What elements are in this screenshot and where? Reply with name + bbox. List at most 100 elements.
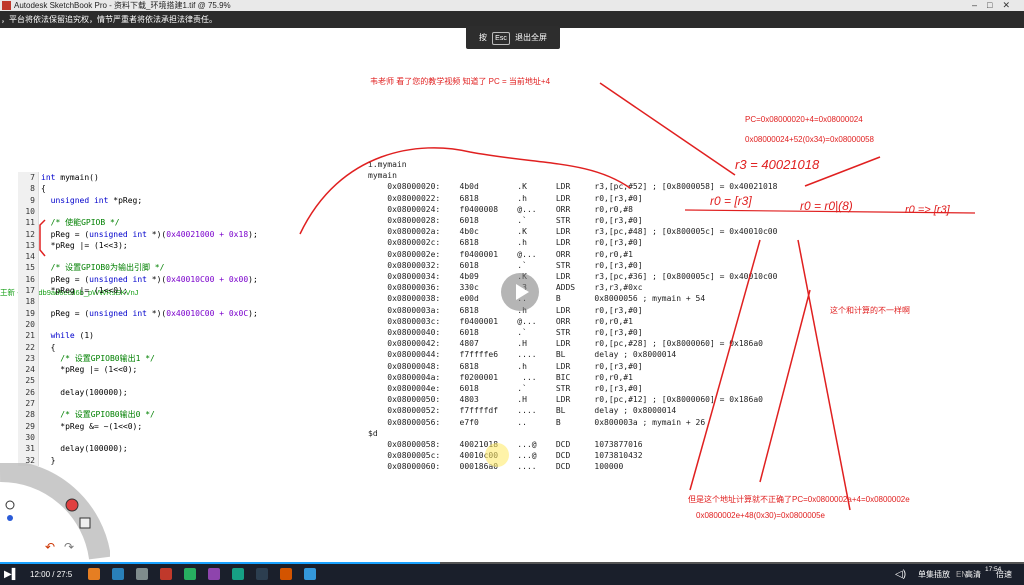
line-number: 10 bbox=[25, 206, 35, 216]
code-token: *)( bbox=[151, 229, 167, 239]
redo-icon: ↷ bbox=[64, 540, 74, 554]
line-number: 20 bbox=[25, 319, 35, 329]
taskbar-app-icon-6[interactable] bbox=[208, 568, 220, 580]
asm-line: 0x0800003a: 6818 .h LDR r0,[r3,#0] bbox=[368, 305, 643, 315]
line-number: 12 bbox=[25, 229, 35, 239]
code-line: 8{ bbox=[18, 183, 46, 194]
code-token: ); bbox=[248, 308, 258, 318]
code-token: delay(100000); bbox=[41, 387, 128, 397]
line-number: 28 bbox=[25, 410, 35, 420]
code-token: int bbox=[41, 173, 61, 182]
code-line: 31 delay(100000); bbox=[18, 443, 127, 454]
window-controls[interactable]: –□✕ bbox=[972, 0, 1020, 11]
code-token: /* 设置GPIOB0输出0 */ bbox=[41, 410, 155, 420]
line-number: 29 bbox=[25, 421, 35, 431]
code-token: 0x40021000 + 0x18 bbox=[166, 229, 249, 239]
player-control-bar: ▶▌ 12:00 / 27:5 ◁) 单集插放 EN 高清 17:54 倍速 bbox=[0, 564, 1024, 585]
asm-line: 0x0800002e: f0400001 @... ORR r0,r0,#1 bbox=[368, 249, 633, 259]
playlist-button[interactable]: 单集插放 bbox=[918, 566, 950, 583]
code-line: 13 *pReg |= (1<<3); bbox=[18, 240, 128, 251]
taskbar-app-icon-10[interactable] bbox=[304, 568, 316, 580]
code-token: unsigned int bbox=[89, 308, 152, 318]
code-line: 25 bbox=[18, 375, 41, 386]
code-token: unsigned int bbox=[89, 229, 152, 239]
asm-line: mymain bbox=[368, 171, 397, 181]
code-token: *)( bbox=[151, 308, 167, 318]
asm-line: 0x08000056: e7f0 .. B 0x800003a ; mymain… bbox=[368, 417, 706, 427]
line-number: 15 bbox=[25, 263, 35, 273]
code-line: 24 *pReg |= (1<<0); bbox=[18, 364, 137, 375]
code-token: unsigned int bbox=[89, 274, 152, 284]
hint-suffix: 退出全屏 bbox=[515, 33, 548, 42]
line-number: 31 bbox=[25, 444, 35, 454]
code-token: while bbox=[41, 331, 80, 341]
asm-line: 0x0800002c: 6818 .h LDR r0,[r3,#0] bbox=[368, 238, 643, 248]
asm-line: 0x08000034: 4b09 .K LDR r3,[pc,#36] ; [0… bbox=[368, 272, 778, 281]
esc-key: Esc bbox=[492, 32, 510, 45]
code-token: /* 设置GPIOB0为输出引脚 */ bbox=[41, 263, 165, 273]
line-number: 23 bbox=[25, 353, 35, 363]
sketchbook-lagoon-toolbar[interactable]: ↶ ↷ bbox=[0, 463, 110, 563]
asm-line: 0x08000032: 6018 .` STR r0,[r3,#0] bbox=[368, 260, 643, 270]
taskbar-app-icon-9[interactable] bbox=[280, 568, 292, 580]
code-token: (1) bbox=[79, 331, 94, 341]
asm-line: 0x08000042: 4807 .H LDR r0,[pc,#28] ; [0… bbox=[368, 339, 763, 349]
brush-icon bbox=[5, 500, 15, 510]
asm-line: 0x08000024: f0400008 @... ORR r0,r0,#8 bbox=[368, 204, 633, 214]
asm-line: 0x08000048: 6818 .h LDR r0,[r3,#0] bbox=[368, 361, 643, 371]
quality-button[interactable]: 高清 bbox=[965, 566, 981, 583]
asm-line: 0x08000040: 6018 .` STR r0,[r3,#0] bbox=[368, 328, 643, 337]
code-line: 28 /* 设置GPIOB0输出0 */ bbox=[18, 409, 155, 420]
code-token: *pReg |= (1<<0); bbox=[41, 286, 128, 295]
code-line: 15 /* 设置GPIOB0为输出引脚 */ bbox=[18, 262, 164, 273]
window-title: Autodesk SketchBook Pro - 资料下载_环境搭建1.tif… bbox=[14, 1, 231, 10]
code-token: ); bbox=[248, 274, 258, 284]
code-token: *)( bbox=[151, 274, 167, 284]
code-token: { bbox=[41, 342, 56, 352]
code-line: 9 unsigned int *pReg; bbox=[18, 195, 142, 206]
asm-line: 0x08000052: f7ffffdf .... BL delay ; 0x8… bbox=[368, 406, 677, 416]
annotation-bottom2: 0x0800002e+48(0x30)=0x0800005e bbox=[696, 511, 826, 520]
line-number: 25 bbox=[25, 376, 35, 386]
code-token: pReg = ( bbox=[41, 274, 90, 284]
code-token: /* 设置GPIOB0输出1 */ bbox=[41, 353, 155, 363]
code-line: 21 while (1) bbox=[18, 330, 94, 341]
code-token: 0x40010C00 + 0x00 bbox=[166, 274, 249, 284]
code-token: unsigned int bbox=[41, 195, 114, 205]
code-token: /* 使能GPIOB */ bbox=[41, 218, 120, 228]
line-number: 7 bbox=[30, 173, 35, 182]
line-number: 19 bbox=[25, 308, 35, 318]
taskbar-app-icon-7[interactable] bbox=[232, 568, 244, 580]
code-line: 23 /* 设置GPIOB0输出1 */ bbox=[18, 353, 155, 364]
taskbar-app-icon-5[interactable] bbox=[184, 568, 196, 580]
color-wheel-icon bbox=[65, 498, 79, 512]
asm-line: 0x08000028: 6018 .` STR r0,[r3,#0] bbox=[368, 216, 643, 225]
play-icon[interactable] bbox=[501, 273, 539, 311]
code-token: *pReg |= (1<<3); bbox=[41, 240, 128, 250]
play-pause-icon[interactable]: ▶▌ bbox=[4, 566, 19, 583]
annotation-diff: 这个和计算的不一样啊 bbox=[830, 306, 910, 315]
line-number: 18 bbox=[25, 297, 35, 307]
asm-line: 0x0800002a: 4b0c .K LDR r3,[pc,#48] ; [0… bbox=[368, 227, 778, 237]
taskbar-app-icon-1[interactable] bbox=[88, 568, 100, 580]
annotation-hand-r3: r3 = 40021018 bbox=[735, 157, 820, 172]
layers-icon bbox=[79, 517, 91, 529]
sketchbook-app-icon bbox=[2, 1, 11, 10]
code-line: 22 { bbox=[18, 342, 55, 353]
code-line: 17 *pReg |= (1<<0); bbox=[18, 285, 128, 296]
taskbar-app-icon-2[interactable] bbox=[112, 568, 124, 580]
annotation-calc2: 0x08000024+52(0x34)=0x08000058 bbox=[745, 135, 875, 144]
code-line: 26 delay(100000); bbox=[18, 387, 128, 398]
taskbar-app-icon-8[interactable] bbox=[256, 568, 268, 580]
code-token: pReg = ( bbox=[41, 308, 90, 318]
taskbar-app-icon-4[interactable] bbox=[160, 568, 172, 580]
code-line: 12 pReg = (unsigned int *)(0x40021000 + … bbox=[18, 229, 257, 240]
annotation-hand-r0c: r0 => [r3] bbox=[905, 204, 950, 216]
annotation-hand-r0: r0 = [r3] bbox=[710, 194, 752, 208]
taskbar-app-icon-3[interactable] bbox=[136, 568, 148, 580]
speed-button[interactable]: 倍速 bbox=[996, 566, 1012, 583]
volume-icon[interactable]: ◁) bbox=[895, 566, 906, 583]
code-token: *pReg; bbox=[113, 195, 143, 205]
annotation-hand-r0b: r0 = r0|(8) bbox=[800, 199, 853, 213]
fullscreen-exit-hint[interactable]: 按 Esc 退出全屏 bbox=[466, 26, 560, 49]
